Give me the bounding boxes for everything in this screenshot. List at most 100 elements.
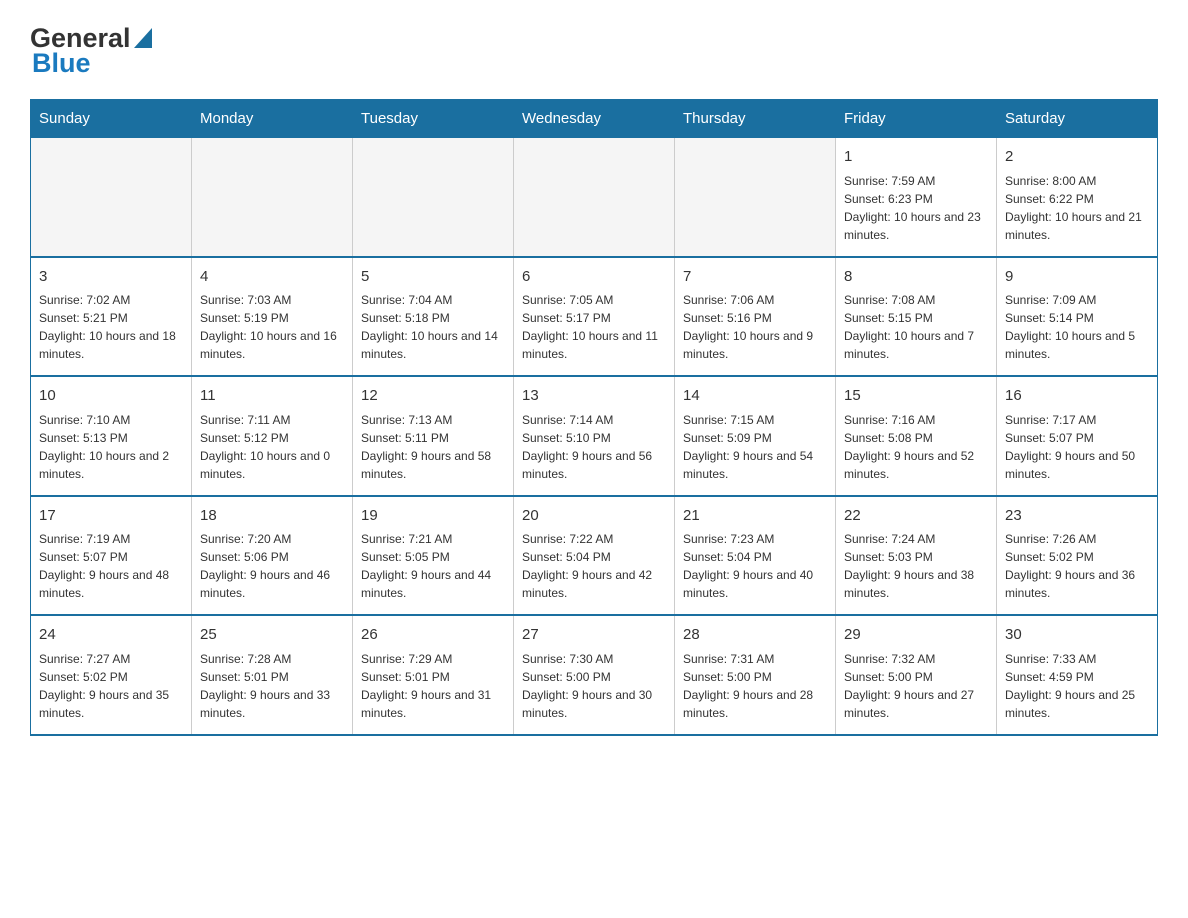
logo-blue-row: Blue — [32, 48, 91, 79]
day-number: 10 — [39, 385, 183, 408]
day-number: 18 — [200, 505, 344, 528]
day-number: 5 — [361, 266, 505, 289]
weekday-header-row: SundayMondayTuesdayWednesdayThursdayFrid… — [31, 100, 1158, 138]
day-info: Sunrise: 7:05 AMSunset: 5:17 PMDaylight:… — [522, 291, 666, 363]
calendar-cell: 15 Sunrise: 7:16 AMSunset: 5:08 PMDayligh… — [836, 376, 997, 496]
calendar-week-4: 17Sunrise: 7:19 AMSunset: 5:07 PMDayligh… — [31, 496, 1158, 616]
day-number: 29 — [844, 624, 988, 647]
day-info: Sunrise: 7:32 AMSunset: 5:00 PMDaylight:… — [844, 650, 988, 722]
calendar-cell: 10 Sunrise: 7:10 AMSunset: 5:13 PMDayligh… — [31, 376, 192, 496]
day-info: Sunrise: 7:13 AMSunset: 5:11 PMDaylight:… — [361, 411, 505, 483]
day-number: 23 — [1005, 505, 1149, 528]
logo-triangle-icon — [134, 26, 152, 52]
calendar-cell: 25 Sunrise: 7:28 AMSunset: 5:01 PMDayligh… — [192, 615, 353, 735]
day-info: Sunrise: 7:15 AMSunset: 5:09 PMDaylight:… — [683, 411, 827, 483]
day-info: Sunrise: 7:16 AMSunset: 5:08 PMDaylight:… — [844, 411, 988, 483]
day-number: 15 — [844, 385, 988, 408]
day-info: Sunrise: 7:33 AMSunset: 4:59 PMDaylight:… — [1005, 650, 1149, 722]
calendar-cell: 14 Sunrise: 7:15 AMSunset: 5:09 PMDayligh… — [675, 376, 836, 496]
day-info: Sunrise: 7:23 AMSunset: 5:04 PMDaylight:… — [683, 530, 827, 602]
calendar-cell: 2Sunrise: 8:00 AMSunset: 6:22 PMDaylight… — [997, 138, 1158, 257]
weekday-header-thursday: Thursday — [675, 100, 836, 138]
day-number: 13 — [522, 385, 666, 408]
day-info: Sunrise: 8:00 AMSunset: 6:22 PMDaylight:… — [1005, 172, 1149, 244]
day-number: 19 — [361, 505, 505, 528]
day-number: 20 — [522, 505, 666, 528]
day-number: 11 — [200, 385, 344, 408]
day-info: Sunrise: 7:28 AMSunset: 5:01 PMDaylight:… — [200, 650, 344, 722]
day-number: 6 — [522, 266, 666, 289]
day-number: 4 — [200, 266, 344, 289]
day-info: Sunrise: 7:02 AMSunset: 5:21 PMDaylight:… — [39, 291, 183, 363]
header: General Blue — [30, 20, 1158, 79]
weekday-header-tuesday: Tuesday — [353, 100, 514, 138]
calendar-cell: 13 Sunrise: 7:14 AMSunset: 5:10 PMDayligh… — [514, 376, 675, 496]
calendar-cell: 6Sunrise: 7:05 AMSunset: 5:17 PMDaylight… — [514, 257, 675, 377]
day-info: Sunrise: 7:27 AMSunset: 5:02 PMDaylight:… — [39, 650, 183, 722]
day-number: 27 — [522, 624, 666, 647]
calendar-cell: 24 Sunrise: 7:27 AMSunset: 5:02 PMDayligh… — [31, 615, 192, 735]
calendar-cell: 23Sunrise: 7:26 AMSunset: 5:02 PMDayligh… — [997, 496, 1158, 616]
calendar-cell: 22Sunrise: 7:24 AMSunset: 5:03 PMDayligh… — [836, 496, 997, 616]
day-number: 21 — [683, 505, 827, 528]
calendar-cell — [31, 138, 192, 257]
day-number: 7 — [683, 266, 827, 289]
day-info: Sunrise: 7:04 AMSunset: 5:18 PMDaylight:… — [361, 291, 505, 363]
calendar-week-3: 10 Sunrise: 7:10 AMSunset: 5:13 PMDayligh… — [31, 376, 1158, 496]
calendar-cell: 30 Sunrise: 7:33 AMSunset: 4:59 PMDayligh… — [997, 615, 1158, 735]
calendar-cell: 5Sunrise: 7:04 AMSunset: 5:18 PMDaylight… — [353, 257, 514, 377]
weekday-header-monday: Monday — [192, 100, 353, 138]
calendar-cell — [514, 138, 675, 257]
day-number: 30 — [1005, 624, 1149, 647]
calendar-cell — [192, 138, 353, 257]
day-number: 25 — [200, 624, 344, 647]
weekday-header-saturday: Saturday — [997, 100, 1158, 138]
day-info: Sunrise: 7:11 AMSunset: 5:12 PMDaylight:… — [200, 411, 344, 483]
day-info: Sunrise: 7:14 AMSunset: 5:10 PMDaylight:… — [522, 411, 666, 483]
day-number: 16 — [1005, 385, 1149, 408]
calendar-cell: 7Sunrise: 7:06 AMSunset: 5:16 PMDaylight… — [675, 257, 836, 377]
calendar-cell: 18Sunrise: 7:20 AMSunset: 5:06 PMDayligh… — [192, 496, 353, 616]
calendar-week-5: 24 Sunrise: 7:27 AMSunset: 5:02 PMDayligh… — [31, 615, 1158, 735]
calendar-cell — [353, 138, 514, 257]
day-info: Sunrise: 7:17 AMSunset: 5:07 PMDaylight:… — [1005, 411, 1149, 483]
calendar-cell: 17Sunrise: 7:19 AMSunset: 5:07 PMDayligh… — [31, 496, 192, 616]
calendar-cell: 27Sunrise: 7:30 AMSunset: 5:00 PMDayligh… — [514, 615, 675, 735]
calendar-cell — [675, 138, 836, 257]
calendar-cell: 28 Sunrise: 7:31 AMSunset: 5:00 PMDayligh… — [675, 615, 836, 735]
day-number: 28 — [683, 624, 827, 647]
weekday-header-friday: Friday — [836, 100, 997, 138]
day-info: Sunrise: 7:29 AMSunset: 5:01 PMDaylight:… — [361, 650, 505, 722]
calendar-cell: 19Sunrise: 7:21 AMSunset: 5:05 PMDayligh… — [353, 496, 514, 616]
calendar-cell: 9Sunrise: 7:09 AMSunset: 5:14 PMDaylight… — [997, 257, 1158, 377]
calendar-cell: 8Sunrise: 7:08 AMSunset: 5:15 PMDaylight… — [836, 257, 997, 377]
calendar-cell: 21Sunrise: 7:23 AMSunset: 5:04 PMDayligh… — [675, 496, 836, 616]
day-info: Sunrise: 7:10 AMSunset: 5:13 PMDaylight:… — [39, 411, 183, 483]
calendar-cell: 3Sunrise: 7:02 AMSunset: 5:21 PMDaylight… — [31, 257, 192, 377]
day-number: 1 — [844, 146, 988, 169]
day-info: Sunrise: 7:26 AMSunset: 5:02 PMDaylight:… — [1005, 530, 1149, 602]
weekday-header-sunday: Sunday — [31, 100, 192, 138]
day-info: Sunrise: 7:24 AMSunset: 5:03 PMDaylight:… — [844, 530, 988, 602]
day-number: 26 — [361, 624, 505, 647]
calendar-week-2: 3Sunrise: 7:02 AMSunset: 5:21 PMDaylight… — [31, 257, 1158, 377]
calendar-table: SundayMondayTuesdayWednesdayThursdayFrid… — [30, 99, 1158, 736]
day-info: Sunrise: 7:59 AMSunset: 6:23 PMDaylight:… — [844, 172, 988, 244]
day-number: 8 — [844, 266, 988, 289]
calendar-cell: 1 Sunrise: 7:59 AMSunset: 6:23 PMDaylight… — [836, 138, 997, 257]
day-info: Sunrise: 7:19 AMSunset: 5:07 PMDaylight:… — [39, 530, 183, 602]
day-number: 12 — [361, 385, 505, 408]
day-number: 24 — [39, 624, 183, 647]
weekday-header-wednesday: Wednesday — [514, 100, 675, 138]
day-info: Sunrise: 7:22 AMSunset: 5:04 PMDaylight:… — [522, 530, 666, 602]
calendar-header: SundayMondayTuesdayWednesdayThursdayFrid… — [31, 100, 1158, 138]
calendar-cell: 20Sunrise: 7:22 AMSunset: 5:04 PMDayligh… — [514, 496, 675, 616]
calendar-cell: 29 Sunrise: 7:32 AMSunset: 5:00 PMDayligh… — [836, 615, 997, 735]
day-info: Sunrise: 7:08 AMSunset: 5:15 PMDaylight:… — [844, 291, 988, 363]
calendar-week-1: 1 Sunrise: 7:59 AMSunset: 6:23 PMDaylight… — [31, 138, 1158, 257]
logo: General Blue — [30, 20, 152, 79]
day-info: Sunrise: 7:09 AMSunset: 5:14 PMDaylight:… — [1005, 291, 1149, 363]
day-info: Sunrise: 7:31 AMSunset: 5:00 PMDaylight:… — [683, 650, 827, 722]
day-info: Sunrise: 7:20 AMSunset: 5:06 PMDaylight:… — [200, 530, 344, 602]
day-number: 14 — [683, 385, 827, 408]
